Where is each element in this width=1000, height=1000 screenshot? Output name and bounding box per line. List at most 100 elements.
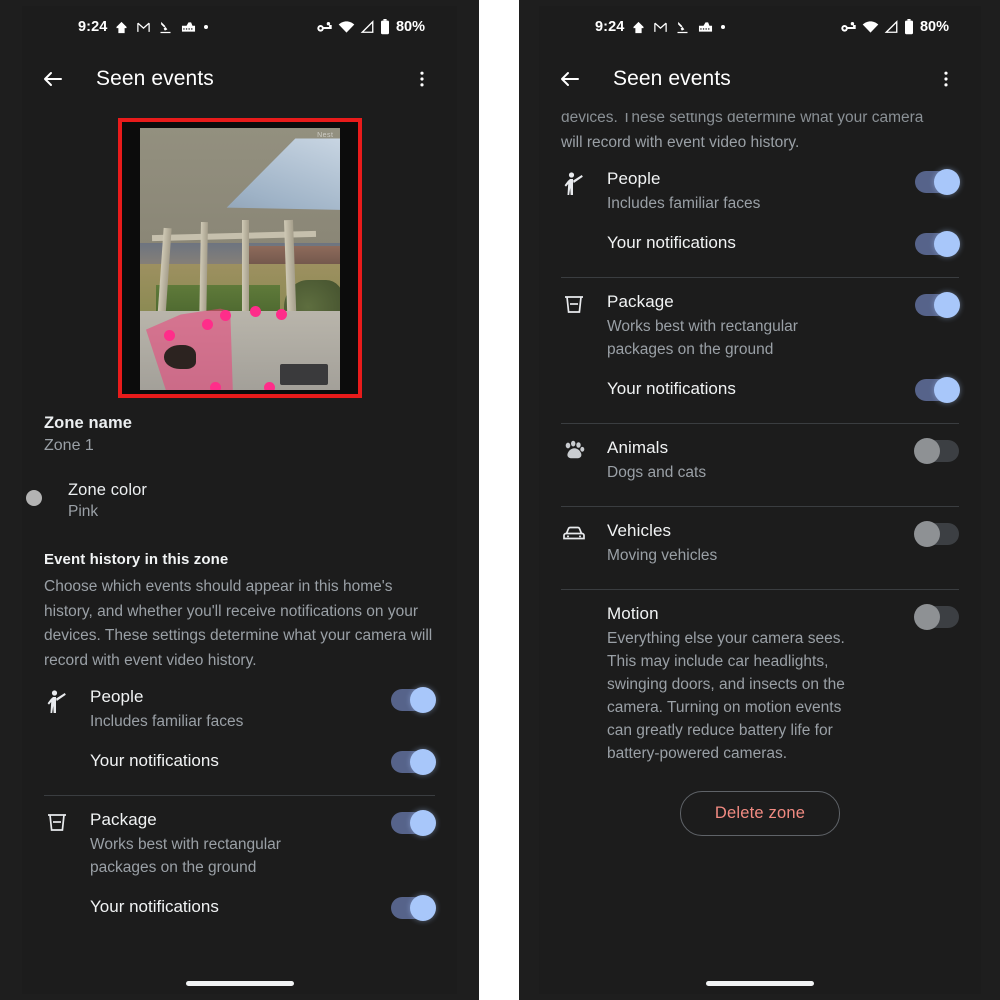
toggle-people[interactable]	[915, 169, 960, 195]
package-icon	[44, 812, 70, 834]
option-title: Motion	[607, 604, 659, 623]
battery-icon	[904, 19, 914, 35]
option-subtitle: Dogs and cats	[607, 464, 707, 481]
zone-vertex-handle[interactable]	[219, 310, 231, 322]
right-phone-panel: 9:24 80% Seen events devices. These sett…	[519, 0, 1000, 1000]
battery-percent-label: 80%	[919, 19, 949, 35]
subrow-package-notifications[interactable]: Your notifications	[22, 879, 457, 921]
toggle-animals[interactable]	[914, 438, 959, 464]
paw-icon	[561, 440, 587, 462]
toggle-people[interactable]	[391, 687, 436, 713]
notifications-label: Your notifications	[607, 233, 736, 252]
status-bar-clock: 9:24	[78, 19, 108, 35]
subrow-people-notifications[interactable]: Your notifications	[539, 215, 981, 257]
zone-vertex-handle[interactable]	[263, 382, 275, 390]
dot-icon	[721, 25, 726, 29]
zone-vertex-handle[interactable]	[201, 319, 213, 331]
app-bar: Seen events	[539, 48, 981, 110]
option-row-package[interactable]: Package Works best with rectangular pack…	[539, 278, 981, 361]
home-icon	[114, 20, 129, 35]
zone-color-label: Zone color	[68, 481, 147, 499]
option-subtitle: Works best with rectangular packages on …	[607, 318, 798, 358]
more-vert-icon[interactable]	[407, 64, 437, 94]
back-arrow-icon[interactable]	[38, 64, 68, 94]
option-row-animals[interactable]: Animals Dogs and cats	[539, 424, 981, 484]
battery-icon	[380, 19, 390, 35]
event-history-description: Choose which events should appear in thi…	[44, 578, 433, 669]
status-bar-left: 9:24	[50, 19, 316, 35]
zone-preview-thumbnail[interactable]: Nest	[121, 122, 358, 394]
toggle-package-notifications[interactable]	[391, 895, 436, 921]
toggle-people-notifications[interactable]	[915, 231, 960, 257]
home-icon	[631, 20, 646, 35]
keyboard-icon	[697, 20, 714, 34]
zone-preview-highlight[interactable]: Nest	[117, 118, 362, 398]
home-gesture-handle[interactable]	[185, 981, 294, 986]
option-row-people[interactable]: People Includes familiar faces	[539, 155, 981, 215]
toggle-people-notifications[interactable]	[391, 749, 436, 775]
left-phone-panel: 9:24 80% Seen events Nest Zone name Zone…	[0, 0, 479, 1000]
zone-vertex-handle[interactable]	[163, 329, 175, 341]
option-row-vehicles[interactable]: Vehicles Moving vehicles	[539, 507, 981, 567]
person-icon	[561, 171, 587, 197]
option-row-people[interactable]: People Includes familiar faces	[22, 673, 457, 733]
option-subtitle: Includes familiar faces	[90, 713, 244, 730]
option-row-motion[interactable]: Motion Everything else your camera sees.…	[539, 590, 981, 765]
dot-icon	[204, 25, 209, 29]
toggle-knob	[410, 810, 436, 836]
zone-name-section[interactable]: Zone name Zone 1	[22, 414, 457, 455]
zone-color-value: Pink	[68, 503, 99, 520]
camera-snapshot: Nest	[139, 128, 340, 390]
nav-bar-right	[539, 981, 981, 986]
right-content: devices. These settings determine what y…	[539, 106, 981, 836]
status-bar-right: 80%	[840, 19, 967, 35]
option-text-package: Package Works best with rectangular pack…	[607, 292, 915, 361]
option-subtitle: Includes familiar faces	[607, 195, 761, 212]
left-content: Nest Zone name Zone 1 Zone color Pink Ev…	[22, 118, 457, 921]
subrow-people-notifications[interactable]: Your notifications	[22, 733, 457, 775]
option-subtitle: Everything else your camera sees. This m…	[607, 630, 845, 762]
toggle-package[interactable]	[391, 810, 436, 836]
page-title: Seen events	[96, 67, 214, 90]
notifications-label: Your notifications	[90, 751, 219, 770]
download-icon	[158, 20, 173, 35]
page-title: Seen events	[613, 67, 731, 90]
car-icon	[561, 523, 587, 543]
option-row-package[interactable]: Package Works best with rectangular pack…	[22, 796, 457, 879]
subrow-package-notifications[interactable]: Your notifications	[539, 361, 981, 403]
screenshot-stage: 9:24 80% Seen events Nest Zone name Zone…	[0, 0, 1000, 1000]
option-text-vehicles: Vehicles Moving vehicles	[607, 521, 915, 567]
right-phone-screen: 9:24 80% Seen events devices. These sett…	[539, 6, 981, 994]
zone-name-value: Zone 1	[44, 437, 94, 454]
option-subtitle: Moving vehicles	[607, 547, 718, 564]
left-phone-screen: 9:24 80% Seen events Nest Zone name Zone…	[22, 6, 457, 994]
delete-zone-button[interactable]: Delete zone	[679, 791, 841, 836]
toggle-package[interactable]	[915, 292, 960, 318]
zone-vertex-handle[interactable]	[249, 306, 261, 318]
option-title: Package	[90, 810, 157, 829]
zone-vertex-handle[interactable]	[209, 382, 221, 390]
toggle-knob	[934, 169, 960, 195]
zone-vertex-handle[interactable]	[275, 308, 287, 320]
toggle-knob	[410, 895, 436, 921]
toggle-knob	[914, 438, 940, 464]
toggle-knob	[914, 521, 940, 547]
toggle-motion[interactable]	[914, 604, 959, 630]
zone-color-row[interactable]: Zone color Pink	[22, 481, 457, 521]
status-bar-right: 80%	[316, 19, 443, 35]
vpn-key-icon	[316, 20, 333, 34]
option-title: Animals	[607, 438, 669, 457]
home-gesture-handle[interactable]	[706, 981, 814, 986]
option-text-people: People Includes familiar faces	[607, 169, 915, 215]
app-bar: Seen events	[22, 48, 457, 110]
toggle-package-notifications[interactable]	[915, 377, 960, 403]
download-icon	[675, 20, 690, 35]
nav-bar-left	[22, 981, 457, 986]
zone-color-swatch-icon	[26, 490, 42, 506]
package-icon	[561, 294, 587, 316]
option-text-animals: Animals Dogs and cats	[607, 438, 915, 484]
toggle-vehicles[interactable]	[914, 521, 959, 547]
more-vert-icon[interactable]	[931, 64, 961, 94]
toggle-knob	[410, 687, 436, 713]
back-arrow-icon[interactable]	[555, 64, 585, 94]
